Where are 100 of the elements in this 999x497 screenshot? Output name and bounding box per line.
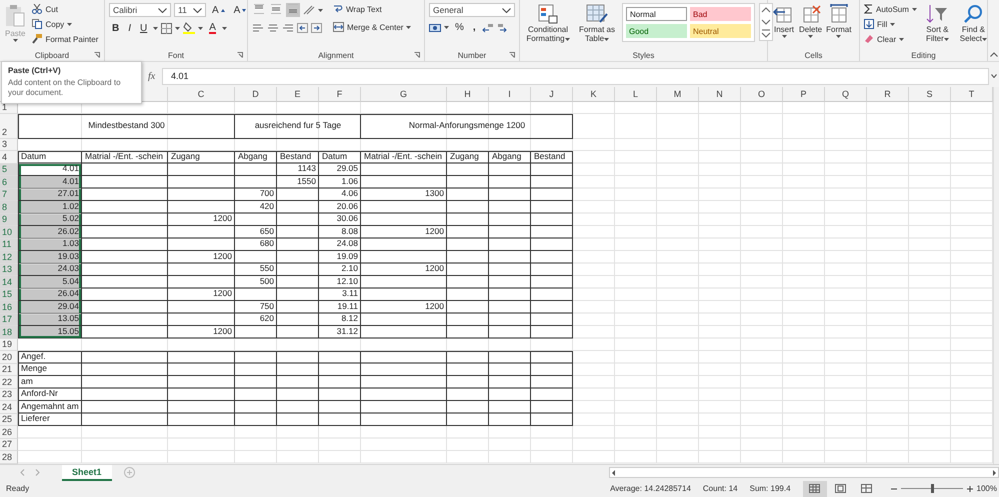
font-size-field[interactable]: 11	[174, 3, 206, 17]
indent-icon[interactable]	[311, 23, 322, 33]
row-header[interactable]: 21	[0, 364, 18, 376]
zoom-level[interactable]: 100%	[976, 484, 997, 494]
column-header[interactable]: N	[699, 87, 741, 102]
column-header[interactable]: M	[657, 87, 699, 102]
row-header[interactable]: 17	[0, 314, 18, 326]
format-painter-button[interactable]: Format Painter	[30, 33, 100, 45]
column-header[interactable]: H	[447, 87, 489, 102]
row-header[interactable]: 24	[0, 401, 18, 414]
sheet-tab[interactable]: Sheet1	[62, 464, 112, 480]
dialog-launcher-icon[interactable]	[414, 52, 420, 58]
row-header[interactable]: 5	[0, 164, 18, 176]
indent-icon[interactable]	[297, 23, 308, 33]
column-header[interactable]: E	[277, 87, 319, 102]
column-header[interactable]: D	[235, 87, 277, 102]
zoom-out-icon[interactable]	[890, 486, 897, 492]
find-select-button[interactable]: Find & Select	[956, 3, 991, 44]
align-lines-icon[interactable]	[282, 23, 294, 33]
cell-style-button[interactable]: Good	[626, 24, 687, 38]
collapse-ribbon-icon[interactable]	[990, 52, 998, 57]
cell-style-button[interactable]: Normal	[626, 7, 687, 21]
column-header[interactable]: L	[615, 87, 657, 102]
row-header[interactable]: 11	[0, 238, 18, 251]
font-color-button[interactable]: A	[206, 22, 219, 34]
column-header[interactable]: I	[489, 87, 531, 102]
row-header[interactable]: 27	[0, 438, 18, 451]
horizontal-scrollbar[interactable]	[609, 467, 999, 478]
scrollbar[interactable]	[993, 87, 999, 464]
merge-center-button[interactable]: Merge & Center	[331, 21, 414, 33]
wrap-text-button[interactable]: Wrap Text	[331, 3, 414, 15]
column-header[interactable]: S	[909, 87, 951, 102]
font-name-field[interactable]: Calibri	[109, 3, 171, 17]
row-header[interactable]: 10	[0, 226, 18, 238]
row-header[interactable]: 6	[0, 176, 18, 188]
function-button[interactable]: fx	[148, 70, 162, 82]
column-header[interactable]: K	[573, 87, 615, 102]
dialog-launcher-icon[interactable]	[509, 52, 515, 58]
fill-button[interactable]: Fill	[862, 18, 919, 30]
grow-font-button[interactable]: A	[209, 4, 228, 16]
row-header[interactable]: 19	[0, 338, 18, 351]
column-header[interactable]: O	[741, 87, 783, 102]
zoom-in-icon[interactable]	[966, 486, 973, 492]
row-header[interactable]: 16	[0, 301, 18, 314]
copy-button[interactable]: Copy	[30, 18, 100, 30]
align-lines-icon[interactable]	[267, 23, 279, 33]
row-header[interactable]: 15	[0, 288, 18, 301]
column-header[interactable]: R	[867, 87, 909, 102]
cell-style-button[interactable]: Bad	[690, 7, 751, 21]
row-header[interactable]: 4	[0, 151, 18, 164]
row-header[interactable]: 8	[0, 201, 18, 214]
cell-style-button[interactable]: Neutral	[690, 24, 751, 38]
view-button[interactable]	[802, 480, 827, 497]
row-header[interactable]: 20	[0, 351, 18, 364]
align-button[interactable]	[252, 3, 266, 17]
row-header[interactable]: 23	[0, 388, 18, 401]
cell-action-button[interactable]: Delete	[798, 3, 824, 39]
zoom-thumb[interactable]	[930, 484, 934, 494]
shrink-font-button[interactable]: A	[230, 4, 250, 16]
row-header[interactable]: 7	[0, 188, 18, 201]
column-header[interactable]: J	[531, 87, 573, 102]
row-header[interactable]: 18	[0, 326, 18, 338]
row-header[interactable]: 13	[0, 264, 18, 276]
expand-icon[interactable]	[991, 74, 997, 78]
conditional-formatting-button[interactable]: Conditional Formatting	[524, 3, 572, 44]
formula-field[interactable]: 4.01	[162, 68, 989, 84]
decrease-decimal-icon[interactable]	[496, 22, 509, 32]
row-header[interactable]: 3	[0, 139, 18, 151]
column-header[interactable]: P	[783, 87, 825, 102]
borders-icon[interactable]	[161, 22, 172, 34]
column-header[interactable]: T	[951, 87, 993, 102]
underline-button[interactable]: U	[137, 22, 150, 34]
sort-filter-button[interactable]: Sort & Filter	[920, 3, 954, 44]
comma-button[interactable]: ,	[470, 22, 479, 33]
clear-button[interactable]: Clear	[862, 33, 919, 45]
cut-button[interactable]: Cut	[30, 3, 100, 15]
row-header[interactable]: 12	[0, 251, 18, 264]
dialog-launcher-icon[interactable]	[94, 52, 100, 58]
column-header[interactable]: G	[361, 87, 447, 102]
align-lines-icon[interactable]	[252, 23, 264, 33]
increase-decimal-icon[interactable]	[482, 22, 494, 32]
bold-button[interactable]: B	[109, 22, 122, 34]
gallery-scroll[interactable]	[759, 3, 773, 41]
row-header[interactable]: 25	[0, 414, 18, 426]
format-as-table-button[interactable]: Format as Table	[576, 3, 618, 44]
row-header[interactable]: 9	[0, 214, 18, 226]
dialog-launcher-icon[interactable]	[237, 52, 243, 58]
row-header[interactable]: 14	[0, 276, 18, 288]
number-format-field[interactable]: General	[429, 3, 515, 17]
row-header[interactable]: 2	[0, 114, 18, 139]
cell-action-button[interactable]: Insert	[772, 3, 796, 39]
column-header[interactable]: Q	[825, 87, 867, 102]
autosum-button[interactable]: AutoSum	[862, 3, 919, 15]
percent-button[interactable]: %	[452, 22, 467, 33]
row-header[interactable]: 28	[0, 451, 18, 464]
align-button[interactable]	[269, 3, 283, 17]
italic-button[interactable]: I	[125, 22, 134, 34]
align-button[interactable]	[286, 3, 300, 17]
row-header[interactable]: 22	[0, 376, 18, 388]
orientation-icon[interactable]	[303, 5, 315, 15]
